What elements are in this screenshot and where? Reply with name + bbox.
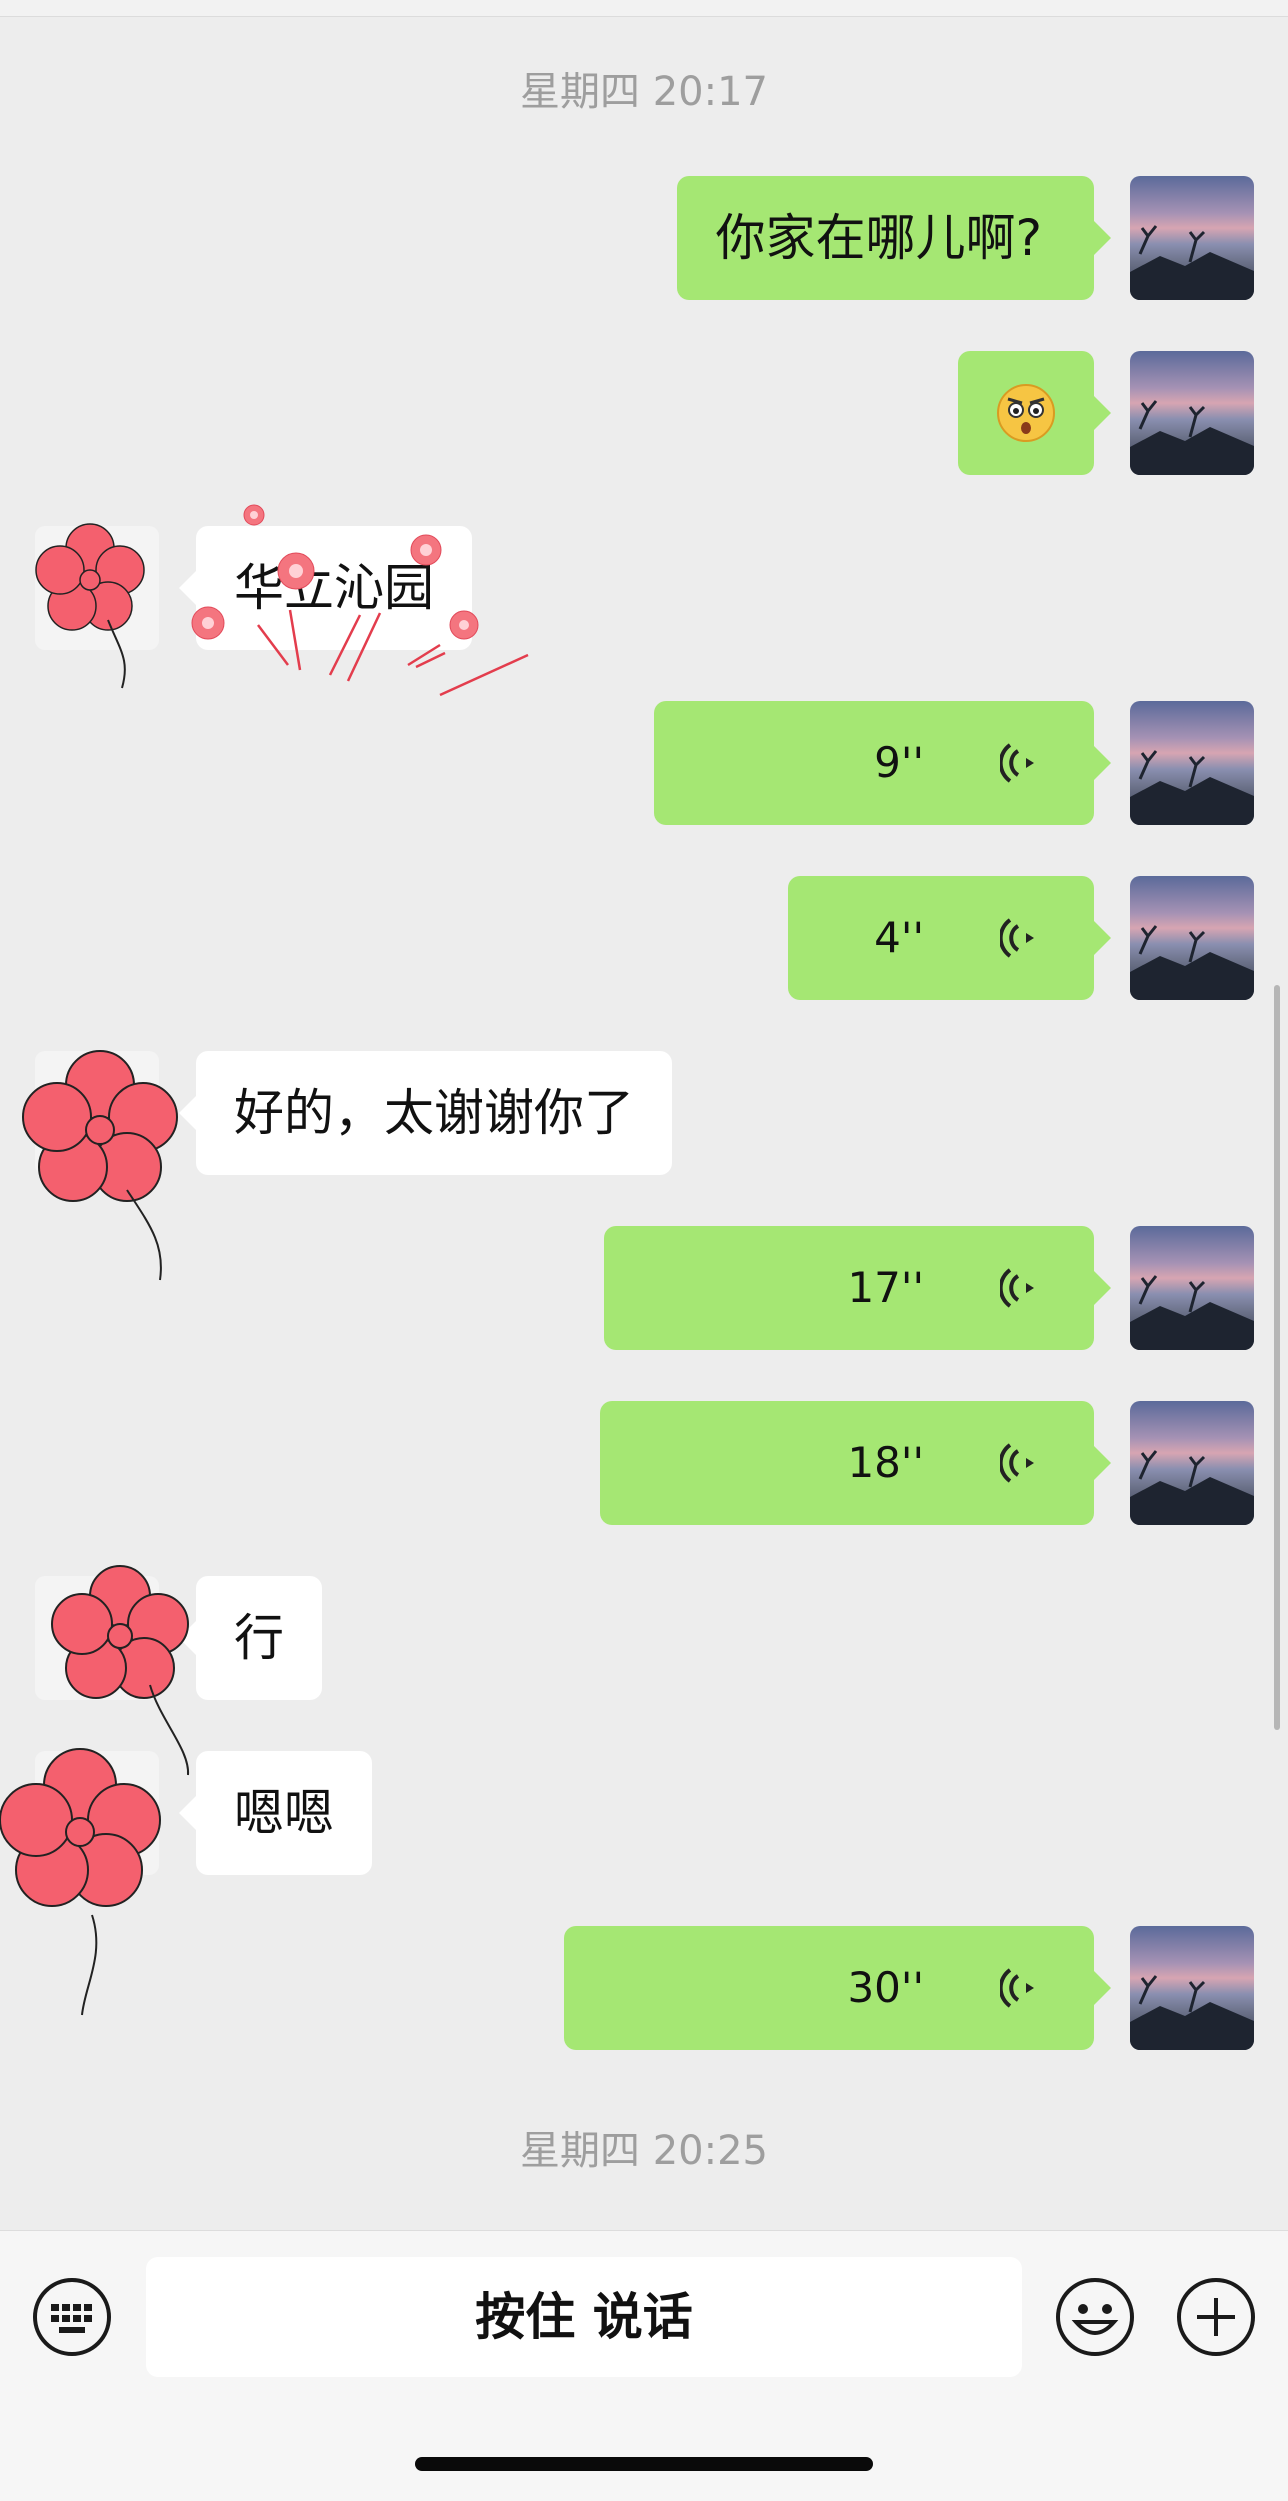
timestamp: 星期四 20:17: [520, 69, 768, 115]
voice-duration: 4'': [874, 913, 924, 962]
flower-sticker: [22, 1050, 178, 1281]
sparkle-decoration: [191, 504, 529, 697]
voice-duration: 18'': [847, 1438, 924, 1487]
voice-message[interactable]: 9'': [654, 701, 1111, 825]
plus-circle-icon[interactable]: [1175, 2276, 1257, 2358]
voice-duration: 17'': [847, 1263, 924, 1312]
voice-message[interactable]: 30'': [564, 1926, 1111, 2050]
my-avatar[interactable]: [1130, 876, 1254, 1000]
my-avatar[interactable]: [1130, 176, 1254, 300]
hold-to-talk-button[interactable]: 按住 说话: [146, 2257, 1022, 2377]
my-avatar[interactable]: [1130, 351, 1254, 475]
message-bubble-text[interactable]: 你家在哪儿啊?: [677, 176, 1111, 300]
landscape-icon: [1130, 1275, 1254, 1350]
landscape-icon: [1130, 225, 1254, 300]
my-avatar[interactable]: [1130, 1401, 1254, 1525]
flower-sticker: [35, 523, 145, 689]
voice-wave-icon: [1000, 1443, 1034, 1483]
message-bubble-text[interactable]: 好的，太谢谢你了: [179, 1051, 672, 1175]
voice-message[interactable]: 4'': [788, 876, 1111, 1000]
landscape-icon: [1130, 750, 1254, 825]
my-avatar[interactable]: [1130, 701, 1254, 825]
landscape-icon: [1130, 925, 1254, 1000]
voice-duration: 30'': [847, 1963, 924, 2012]
voice-wave-icon: [1000, 743, 1034, 783]
landscape-icon: [1130, 1975, 1254, 2050]
flower-sticker: [0, 1748, 161, 2016]
home-indicator[interactable]: [415, 2457, 873, 2471]
smiley-icon[interactable]: [1054, 2276, 1136, 2358]
scrollbar[interactable]: [1274, 985, 1280, 1730]
landscape-icon: [1130, 400, 1254, 475]
voice-wave-icon: [1000, 1968, 1034, 2008]
voice-wave-icon: [1000, 918, 1034, 958]
my-avatar[interactable]: [1130, 1226, 1254, 1350]
keyboard-icon[interactable]: [31, 2276, 113, 2358]
my-avatar[interactable]: [1130, 1926, 1254, 2050]
message-bubble-text[interactable]: 行: [179, 1576, 322, 1700]
voice-message[interactable]: 17'': [604, 1226, 1111, 1350]
message-bubble-text[interactable]: 嗯嗯: [179, 1751, 372, 1875]
voice-wave-icon: [1000, 1268, 1034, 1308]
landscape-icon: [1130, 1450, 1254, 1525]
message-bubble-emoji[interactable]: [958, 351, 1111, 475]
voice-duration: 9'': [874, 738, 924, 787]
status-bar-edge: [0, 0, 1288, 17]
timestamp: 星期四 20:25: [520, 2128, 768, 2174]
voice-message[interactable]: 18'': [600, 1401, 1111, 1525]
surprised-angry-face-emoji: [997, 384, 1055, 442]
